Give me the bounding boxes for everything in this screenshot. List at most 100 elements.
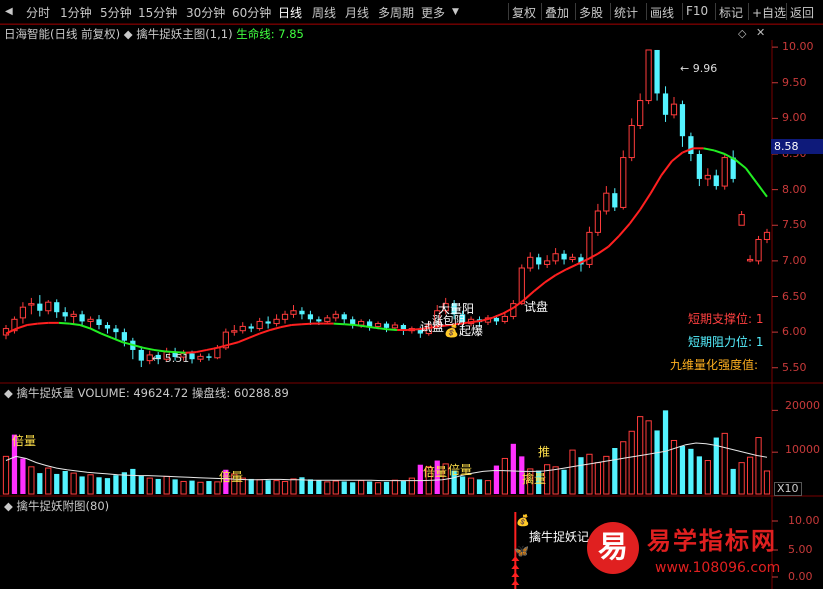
volume-bar [654,430,660,494]
price-axis-label: 10.00 [782,40,814,54]
expand-diamond-icon[interactable]: ◇ [738,27,746,40]
candle-body [704,174,711,180]
lifeline-segment [533,281,546,292]
resistance-legend: 短期阻力位: 1 [688,335,764,349]
lifeline-segment [597,245,610,255]
volume-bar [561,469,567,494]
lifeline-segment [407,328,419,331]
low-price-marker: ← 5.51 [152,352,190,365]
volume-bar [130,468,136,494]
candle-body [281,313,289,320]
candle-body [645,49,652,102]
volume-bar [662,410,669,494]
volume-bar [383,481,390,494]
watermark-name: 易学指标网 [647,527,777,555]
candle-body [239,325,246,332]
candle-body [273,318,280,325]
volume-bar [620,441,627,495]
candle-body [612,193,618,208]
volume-bar [721,432,728,495]
sub-axis-10: 10.00 [788,514,820,527]
strength-legend: 九维量化强度值: [670,358,759,372]
lifeline-segment [90,327,102,335]
lifeline-segment [628,208,641,225]
volume-bar [746,456,754,495]
lifeline-segment [703,147,715,152]
sub-axis-0: 0.00 [788,570,813,583]
lifeline-segment [259,329,271,335]
candle-body [28,303,35,306]
volume-axis-10000: 10000 [785,443,820,456]
lifeline-segment [555,268,567,277]
candle-body [662,93,669,115]
volume-ma-line [5,442,768,482]
lifeline-segment [291,323,303,326]
candle-body [552,253,559,262]
volume-indicator-name[interactable]: 擒牛捉妖量 [17,386,75,400]
candle-body [214,347,221,359]
candle-body [248,326,254,329]
candle-body [197,355,204,360]
volume-bar [113,475,119,494]
candle-body [358,320,365,326]
candle-body [37,303,43,311]
volume-annot-2: 倍量 [219,470,244,484]
lifeline-segment [301,322,313,326]
candle-body [544,260,551,265]
candle-body [374,323,382,327]
volume-bar [510,443,516,494]
candle-body [79,314,85,322]
lifeline-segment [607,235,620,248]
volume-bar [281,480,289,495]
volume-bar [2,455,10,495]
main-indicator-name[interactable]: ◆ 擒牛捉妖主图(1,1) [124,27,233,41]
volume-bar [248,478,254,494]
volume-bar [755,437,762,495]
volume-unit-badge: X10 [774,482,802,496]
volume-bar [679,445,686,494]
candle-body [730,157,736,179]
volume-bar [594,462,602,495]
volume-bar [273,480,280,495]
volume-bar [138,476,144,494]
volume-bar [96,477,102,494]
candle-body [696,154,702,179]
lifeline-segment [37,321,49,325]
volume-bar [476,479,483,494]
lifeline-segment [196,348,208,354]
diamond-icon: ◆ [4,386,13,400]
volume-bar [197,481,204,495]
volume-bar [206,481,212,494]
volume-bar [163,475,170,495]
lifeline-segment [333,322,345,326]
annotation-test-2: 试盘 [524,300,549,314]
price-axis-label: 7.50 [782,218,807,232]
volume-bar [586,453,593,495]
volume-bar [730,468,736,494]
lifeline-segment [227,341,239,346]
candle-body [536,257,542,265]
lifeline-segment [280,324,292,329]
candle-body [746,258,754,262]
watermark-url: www.108096.com [655,560,781,576]
volume-bar [688,448,694,494]
volume-bar [358,480,365,495]
candle-body [391,324,399,329]
candle-body [96,319,102,325]
kline-chart[interactable] [0,0,823,589]
support-legend: 短期支撑位: 1 [688,312,764,326]
close-icon[interactable]: ✕ [756,26,765,39]
volume-bar [612,448,618,494]
volume-bar [180,480,187,495]
sub-indicator-name[interactable]: 擒牛捉妖附图(80) [17,499,110,513]
price-axis-label: 7.00 [782,253,807,267]
candle-body [383,323,390,328]
sub-panel-title: ◆ 擒牛捉妖附图(80) [4,498,109,514]
candle-body [688,136,694,154]
price-axis-label: 5.50 [782,360,807,374]
candle-body [569,256,576,260]
lifeline-segment [354,324,366,328]
candle-body [324,317,331,322]
volume-value: VOLUME: 49624.72 [77,386,189,400]
volume-bar [316,480,322,494]
